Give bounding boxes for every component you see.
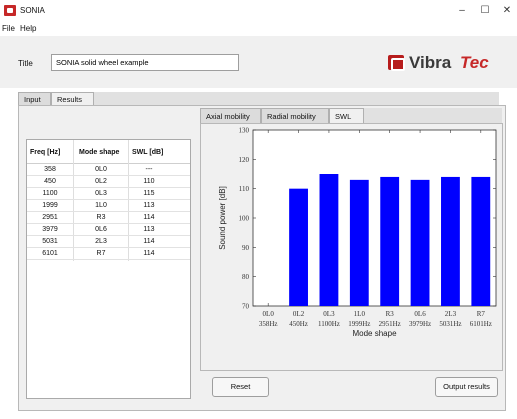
x-axis-label: Mode shape [352,329,397,338]
window-title: SONIA [20,6,45,15]
swl-chart-panel: 70 80 90 100 110 120 130 0L0 358Hz 0L2 450Hz 0L3 110… [200,123,503,371]
x-tick-label-freq: 6101Hz [470,320,492,328]
cell-swl: 113 [143,202,155,209]
y-tick-label: 90 [242,244,250,252]
cell-swl: 110 [143,178,155,185]
cell-mode: 0L0 [95,166,107,173]
y-tick-label: 80 [242,273,250,281]
table-row[interactable]: 6101 R7 114 [27,248,190,260]
x-tick-label-freq: 358Hz [259,320,278,328]
cell-mode: R3 [96,214,106,221]
column-header-freq: Freq [Hz] [30,149,61,156]
cell-swl: 114 [143,214,155,221]
x-tick-label-mode: 0L3 [323,310,335,318]
cell-swl: --- [145,166,153,173]
cell-mode: 1L0 [95,202,107,209]
bar [471,176,491,306]
y-tick-label: 70 [242,303,250,311]
title-label: Title [18,59,33,68]
tab-radial-mobility[interactable]: Radial mobility [261,108,329,123]
table-row[interactable]: 1100 0L3 115 [27,188,190,200]
x-tick-label-mode: 0L6 [414,310,426,318]
logo-text-vibra: Vibra [409,53,452,72]
logo-mark-icon [388,55,405,71]
x-tick-label-freq: 1100Hz [318,320,340,328]
maximize-button[interactable]: ☐ [478,4,492,18]
minimize-button[interactable]: – [455,4,469,18]
title-input[interactable] [51,54,239,71]
cell-mode: R7 [96,250,106,257]
cell-freq: 6101 [42,250,58,257]
x-tick-label-freq: 3979Hz [409,320,431,328]
bar [289,188,308,306]
cell-freq: 1999 [42,202,58,209]
logo-text-tec: Tec [460,53,489,72]
x-tick-label-mode: 2L3 [445,310,457,318]
x-tick-label-freq: 5031Hz [439,320,461,328]
cell-freq: 450 [44,178,56,185]
menu-bar: File Help [0,22,517,36]
x-tick-label-freq: 1999Hz [348,320,370,328]
tab-axial-mobility[interactable]: Axial mobility [200,108,261,123]
bar [441,176,460,306]
cell-freq: 1100 [42,190,58,197]
table-row[interactable]: 1999 1L0 113 [27,200,190,212]
bar [349,179,369,306]
swl-bar-chart: 70 80 90 100 110 120 130 0L0 358Hz 0L2 450Hz 0L3 110… [218,127,497,338]
cell-freq: 358 [44,166,56,173]
cell-freq: 2951 [42,214,58,221]
outer-tabs: Input Results [18,92,517,107]
cell-freq: 5031 [42,238,58,245]
x-tick-label-mode: 0L2 [293,310,305,318]
y-tick-label: 110 [239,185,250,193]
x-tick-label-freq: 450Hz [289,320,308,328]
cell-swl: 115 [143,190,155,197]
bar [319,174,339,306]
x-tick-label-mode: 1L0 [354,310,366,318]
cell-swl: 114 [143,250,155,257]
menu-help[interactable]: Help [20,24,36,33]
y-tick-label: 130 [239,127,250,135]
bar [380,176,400,306]
x-tick-label-freq: 2951Hz [379,320,401,328]
cell-freq: 3979 [42,226,58,233]
column-header-mode: Mode shape [79,149,120,156]
reset-button[interactable]: Reset [212,377,269,397]
cell-mode: 0L3 [95,190,107,197]
cell-mode: 2L3 [95,238,107,245]
cell-swl: 114 [143,238,155,245]
results-table: Freq [Hz] Mode shape SWL [dB] 358 0L0 --… [26,139,191,399]
table-header: Freq [Hz] Mode shape SWL [dB] [27,140,190,164]
table-row[interactable]: 358 0L0 --- [27,164,190,176]
x-tick-label-mode: 0L0 [263,310,275,318]
cell-swl: 113 [143,226,155,233]
table-row[interactable]: 2951 R3 114 [27,212,190,224]
table-row[interactable]: 3979 0L6 113 [27,224,190,236]
y-tick-label: 120 [239,156,250,164]
x-tick-label-mode: R7 [477,310,486,318]
menu-file[interactable]: File [2,24,15,33]
table-row[interactable]: 5031 2L3 114 [27,236,190,248]
inner-tabstrip [364,108,502,123]
cell-mode: 0L6 [95,226,107,233]
tab-swl[interactable]: SWL [329,108,364,124]
tab-input[interactable]: Input [18,92,51,106]
header-area: Title Vibra Tec [0,36,517,88]
x-tick-label-mode: R3 [386,310,395,318]
results-panel: Freq [Hz] Mode shape SWL [dB] 358 0L0 --… [18,105,506,411]
vibratec-logo: Vibra Tec [388,52,510,76]
close-button[interactable]: ✕ [500,4,514,18]
cell-mode: 0L2 [95,178,107,185]
y-tick-label: 100 [239,215,250,223]
bar [410,179,430,306]
table-row[interactable]: 450 0L2 110 [27,176,190,188]
column-header-swl: SWL [dB] [132,149,164,156]
output-results-button[interactable]: Output results [435,377,498,397]
window-titlebar: SONIA – ☐ ✕ [0,0,517,22]
app-icon [4,5,16,16]
y-axis-label: Sound power [dB] [218,186,227,250]
